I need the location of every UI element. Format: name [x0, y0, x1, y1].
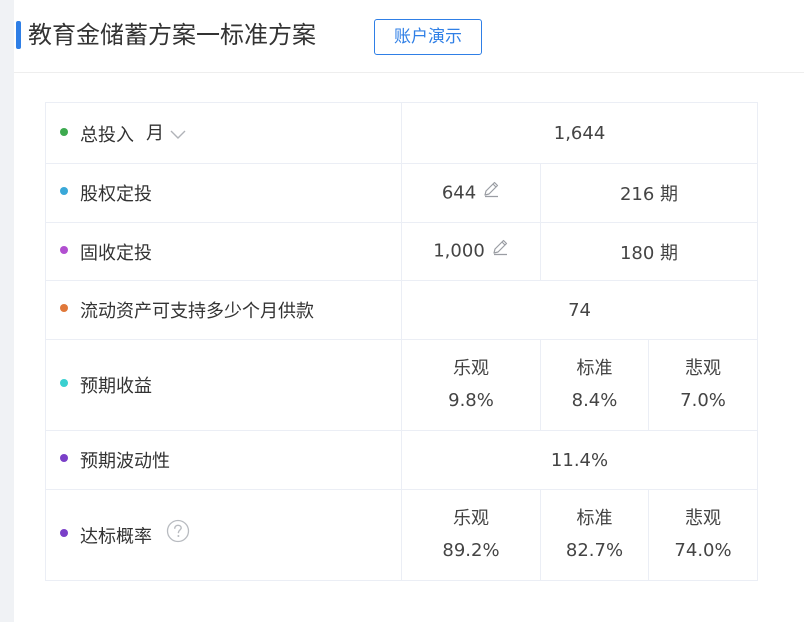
table-row-total: 总投入月 1,644	[45, 102, 759, 164]
volatility-label-cell: 预期波动性	[45, 430, 402, 490]
table-row-liquid-assets: 流动资产可支持多少个月供款 74	[45, 280, 759, 340]
period-select-value: 月	[146, 123, 164, 144]
table-row-expected-return: 预期收益 乐观 9.8% 标准 8.4% 悲观 7.0%	[45, 339, 759, 431]
account-demo-button[interactable]: 账户演示	[374, 19, 482, 55]
table-row-fixed-income: 固收定投 1,000 180 期	[45, 222, 759, 281]
status-dot	[60, 529, 68, 537]
equity-amount: 644	[441, 182, 477, 203]
left-sidebar-strip	[0, 0, 14, 622]
row-label: 股权定投	[80, 184, 152, 205]
total-label-cell: 总投入月	[45, 102, 402, 164]
probability-label-cell: 达标概率	[45, 489, 402, 581]
return-label-cell: 预期收益	[45, 339, 402, 431]
probability-standard-cell: 标准 82.7%	[540, 489, 649, 581]
pencil-icon[interactable]	[491, 238, 509, 261]
table-row-equity: 股权定投 644 216 期	[45, 163, 759, 223]
liquid-label-cell: 流动资产可支持多少个月供款	[45, 280, 402, 340]
scenario-value: 8.4%	[571, 390, 618, 411]
scenario-name: 乐观	[453, 508, 489, 529]
volatility-value-cell: 11.4%	[400, 430, 759, 490]
equity-amount-cell: 644	[401, 163, 541, 223]
scenario-value: 9.8%	[448, 390, 494, 411]
scenario-value: 82.7%	[565, 540, 624, 561]
chevron-down-icon	[170, 124, 186, 145]
equity-label-cell: 股权定投	[45, 163, 402, 223]
scenario-name: 悲观	[685, 508, 722, 529]
scenario-value: 89.2%	[442, 540, 500, 561]
page-title: 教育金储蓄方案一标准方案	[28, 21, 316, 49]
status-dot	[60, 454, 68, 462]
probability-pessimistic-cell: 悲观 74.0%	[647, 489, 759, 581]
plan-panel: 总投入月 1,644 股权定投 644 216 期 固收定投 1,000 180…	[14, 73, 804, 622]
status-dot	[60, 187, 68, 195]
fixed-periods-cell: 180 期	[539, 222, 759, 281]
row-label: 达标概率	[80, 526, 152, 547]
row-label: 总投入	[80, 125, 134, 146]
total-value-cell: 1,644	[400, 102, 759, 164]
scenario-value: 74.0%	[674, 540, 732, 561]
scenario-name: 标准	[576, 508, 613, 529]
scenario-name: 标准	[576, 358, 613, 379]
scenario-name: 乐观	[453, 358, 489, 379]
status-dot	[60, 379, 68, 387]
table-row-probability: 达标概率 乐观 89.2% 标准 82.7% 悲观 74.0%	[45, 489, 759, 581]
liquid-value-cell: 74	[400, 280, 759, 340]
row-label: 预期收益	[80, 376, 152, 397]
table-row-volatility: 预期波动性 11.4%	[45, 430, 759, 490]
status-dot	[60, 304, 68, 312]
page-header: 教育金储蓄方案一标准方案 账户演示	[14, 0, 804, 72]
return-optimistic-cell: 乐观 9.8%	[401, 339, 541, 431]
status-dot	[60, 245, 68, 254]
status-dot	[60, 128, 68, 136]
fixed-label-cell: 固收定投	[45, 222, 402, 281]
scenario-value: 7.0%	[680, 390, 726, 411]
equity-periods-cell: 216 期	[539, 163, 759, 223]
row-label: 固收定投	[80, 242, 152, 264]
plan-summary-table: 总投入月 1,644 股权定投 644 216 期 固收定投 1,000 180…	[45, 102, 759, 581]
pencil-icon[interactable]	[482, 180, 500, 203]
fixed-amount-cell: 1,000	[401, 222, 541, 281]
row-label: 流动资产可支持多少个月供款	[80, 301, 314, 322]
fixed-amount: 1,000	[433, 240, 485, 262]
title-accent-bar	[16, 21, 21, 49]
period-select[interactable]: 月	[134, 123, 186, 144]
return-pessimistic-cell: 悲观 7.0%	[647, 339, 759, 431]
probability-optimistic-cell: 乐观 89.2%	[401, 489, 541, 581]
question-circle-icon[interactable]	[166, 519, 190, 548]
scenario-name: 悲观	[685, 358, 722, 379]
return-standard-cell: 标准 8.4%	[540, 339, 649, 431]
row-label: 预期波动性	[80, 451, 170, 472]
